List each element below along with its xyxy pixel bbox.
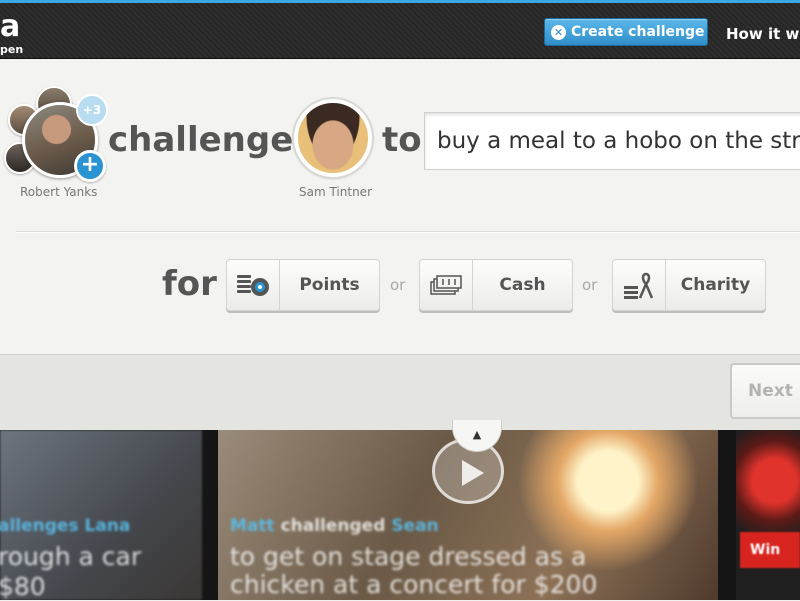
section-divider	[16, 231, 800, 233]
create-challenge-label: Create challenge	[571, 24, 705, 40]
to-word: to	[382, 120, 422, 160]
feed-tile-2-byline: Matt challenged Sean	[230, 516, 439, 536]
challenged-name: Sam Tintner	[299, 185, 373, 199]
reward-cash-label: Cash	[499, 275, 546, 295]
or-separator-2: or	[582, 276, 598, 294]
reward-cash-button[interactable]: Cash	[419, 259, 573, 311]
or-separator-1: or	[390, 276, 406, 294]
feed-tile-1-line2: rough a car	[0, 542, 142, 571]
close-circle-icon: ✕	[551, 24, 566, 40]
challenged-avatar[interactable]	[294, 99, 372, 177]
feed-verb: challenged	[280, 516, 386, 536]
challenger-name: Robert Yanks	[20, 185, 98, 199]
feed-tile-3[interactable]	[736, 430, 800, 600]
reward-points-button[interactable]: Points	[226, 259, 380, 311]
charity-ribbon-icon	[613, 260, 666, 310]
extra-participants-badge[interactable]: +3	[76, 94, 108, 126]
win-banner: Win	[740, 532, 800, 568]
top-navigation-bar: a pen ✕ Create challenge How it wo	[0, 3, 800, 59]
feed-tile-2-line2: to get on stage dressed as a	[230, 542, 587, 571]
next-step-button[interactable]: Next S	[730, 363, 800, 419]
feed-user-2[interactable]: Sean	[391, 516, 438, 536]
cash-icon	[420, 260, 473, 310]
challenger-avatar-cluster[interactable]: +3 +	[4, 86, 108, 186]
challenges-word: challenges	[108, 120, 314, 160]
footer-bar	[0, 354, 800, 430]
challenge-task-input[interactable]: buy a meal to a hobo on the stree	[424, 112, 800, 170]
feed-tile-1-line3: $80	[0, 572, 46, 601]
add-challenger-button[interactable]: +	[74, 150, 106, 182]
coins-icon	[227, 260, 280, 310]
for-word: for	[162, 264, 217, 304]
feed-tile-2-line3: chicken at a concert for $200	[230, 570, 598, 599]
reward-charity-label: Charity	[680, 275, 751, 295]
how-it-works-link[interactable]: How it wo	[726, 25, 800, 43]
reward-charity-button[interactable]: Charity	[612, 259, 766, 311]
logo-mark[interactable]: a	[0, 12, 20, 42]
logo-tagline: pen	[0, 43, 24, 56]
reward-points-label: Points	[299, 275, 360, 295]
feed-user-1[interactable]: Matt	[230, 516, 275, 536]
create-challenge-button[interactable]: ✕ Create challenge	[544, 18, 708, 46]
feed-tile-1-line1: allenges Lana	[0, 516, 131, 536]
